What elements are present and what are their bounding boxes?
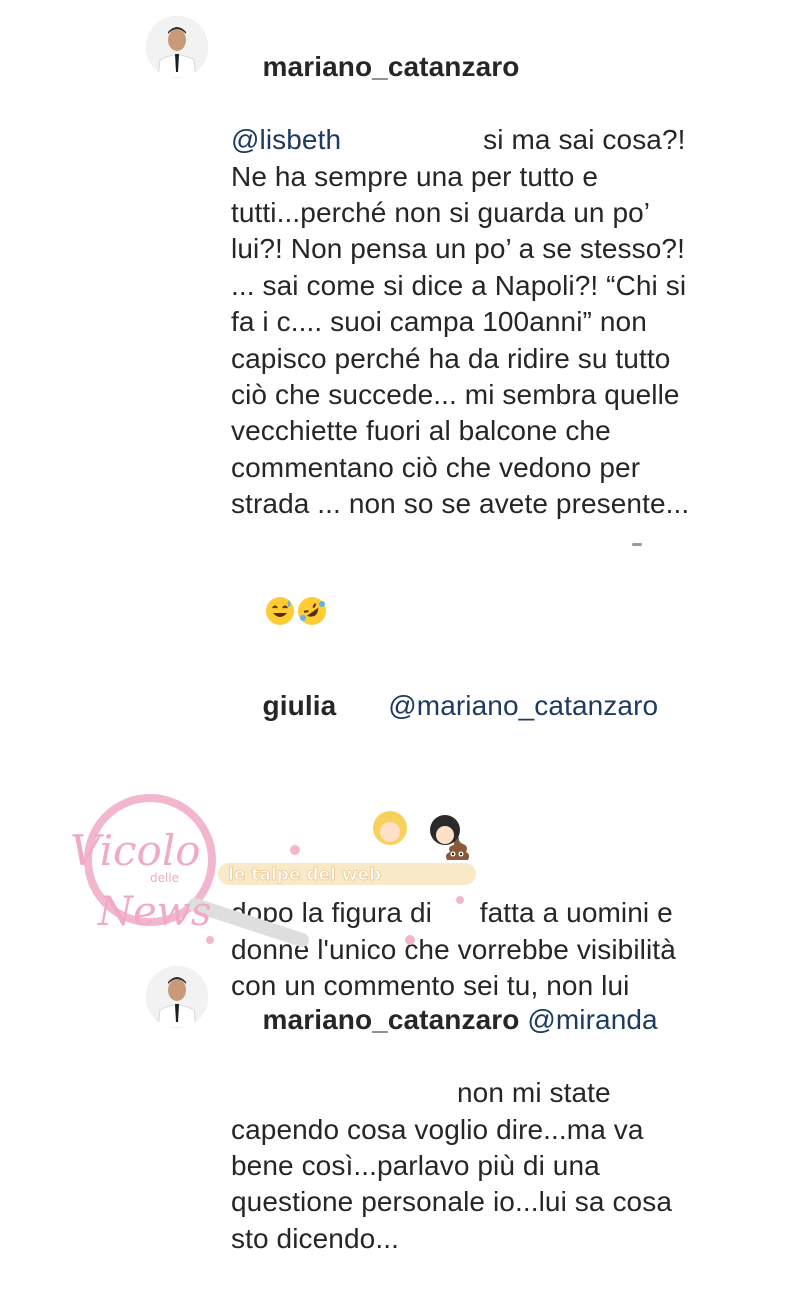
comment-body: non mi state capendo cosa voglio dire...…	[231, 1077, 680, 1254]
comment-mention[interactable]: @miranda	[527, 1004, 657, 1035]
comment-mention[interactable]: @mariano_catanzaro	[388, 690, 658, 721]
avatar[interactable]	[146, 966, 208, 1028]
comment-username[interactable]: mariano_catanzaro	[263, 1004, 520, 1035]
poop-emoji	[442, 761, 472, 861]
magnifier-logo-icon: Vicolo delle News le talpe del web	[70, 794, 476, 947]
watermark-brand-vicolo: Vicolo	[70, 826, 201, 875]
comment-username[interactable]: giulia	[263, 690, 337, 721]
comment-text: mariano_catanzaro @miranda non mi state …	[231, 966, 691, 1294]
grinning-sweat-emoji	[265, 523, 295, 625]
comment-mention[interactable]: @lisbeth	[231, 124, 341, 155]
comment-text: mariano_catanzaro @lisbeth si ma sai cosa…	[231, 13, 691, 730]
comment-body: si ma sai cosa?! Ne ha sempre una per tu…	[231, 124, 695, 520]
watermark-tagline: le talpe del web	[228, 865, 381, 885]
watermark-brand-news: News	[97, 889, 211, 935]
profile-photo-icon	[146, 966, 208, 1028]
profile-photo-icon	[146, 16, 208, 78]
rolling-on-floor-laughing-emoji	[297, 523, 327, 625]
comment-username[interactable]: mariano_catanzaro	[263, 51, 520, 82]
watermark-brand-delle: delle	[150, 871, 179, 885]
divider-mark	[632, 543, 642, 546]
watermark: Vicolo delle News le talpe del web	[40, 790, 520, 970]
avatar[interactable]	[146, 16, 208, 78]
